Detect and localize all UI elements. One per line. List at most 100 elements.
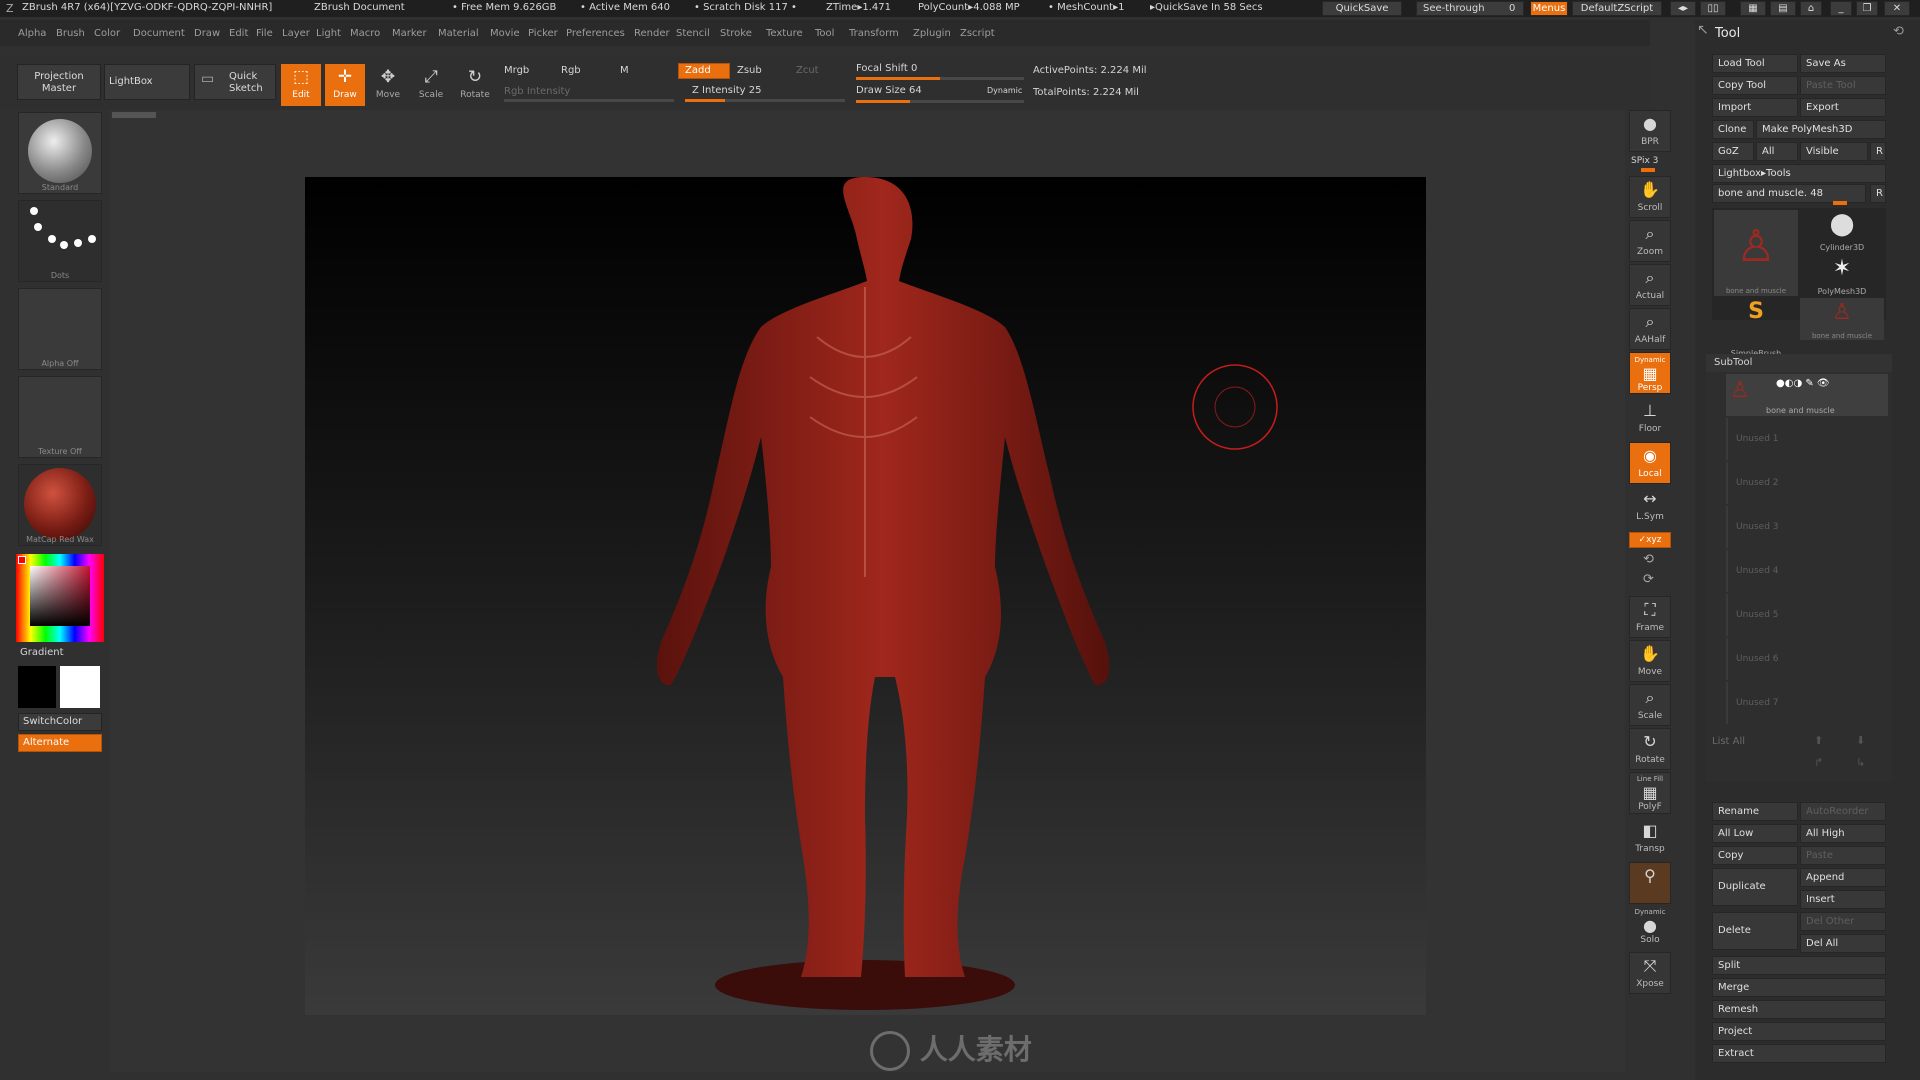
menu-texture[interactable]: Texture — [766, 28, 803, 39]
maximize-icon[interactable]: ❐ — [1856, 1, 1878, 16]
scroll-button[interactable]: ✋ Scroll — [1629, 176, 1671, 218]
paste-button[interactable]: Paste — [1800, 846, 1886, 865]
spix-slider[interactable]: SPix 3 — [1631, 156, 1658, 166]
split-button[interactable]: Split — [1712, 956, 1886, 975]
arrow-up-alt-icon[interactable]: ↱ — [1814, 756, 1823, 769]
menu-material[interactable]: Material — [438, 28, 479, 39]
menu-transform[interactable]: Transform — [849, 28, 899, 39]
menu-edit[interactable]: Edit — [229, 28, 248, 39]
menu-color[interactable]: Color — [94, 28, 120, 39]
arrow-down-icon[interactable]: ⬇ — [1856, 734, 1865, 747]
rgb-intensity-track[interactable] — [504, 99, 674, 102]
close-icon[interactable]: ✕ — [1884, 1, 1910, 16]
layout-icon[interactable]: ▦ — [1740, 1, 1766, 16]
tool-slot-polymesh[interactable]: ✶ PolyMesh3D — [1800, 254, 1884, 296]
all-low-button[interactable]: All Low — [1712, 824, 1798, 843]
goz-button[interactable]: GoZ — [1712, 142, 1754, 161]
menu-file[interactable]: File — [256, 28, 273, 39]
del-other-button[interactable]: Del Other — [1800, 912, 1886, 931]
goz-r-button[interactable]: R — [1870, 142, 1886, 161]
menu-zscript[interactable]: Zscript — [960, 28, 995, 39]
tool-slot-cylinder[interactable]: ⬤ Cylinder3D — [1800, 210, 1884, 252]
projection-master-button[interactable]: Projection Master — [17, 64, 101, 100]
draw-button[interactable]: ✛ Draw — [325, 64, 365, 106]
document-canvas[interactable] — [305, 177, 1426, 1015]
arrow-down-alt-icon[interactable]: ↳ — [1856, 756, 1865, 769]
defaultzscript-button[interactable]: DefaultZScript — [1572, 1, 1662, 16]
collapse-arrows-icon[interactable]: ◂▸ — [1670, 1, 1696, 16]
solo-button[interactable]: Dynamic ● Solo — [1629, 906, 1671, 948]
tray-toggle-icon[interactable]: ▯▯ — [1700, 1, 1726, 16]
rotate-z-icon[interactable]: ⟳ — [1643, 572, 1654, 587]
spix-knob[interactable] — [1641, 168, 1655, 172]
frame-button[interactable]: ⛶ Frame — [1629, 596, 1671, 638]
duplicate-button[interactable]: Duplicate — [1712, 868, 1798, 906]
m-button[interactable]: M — [620, 65, 629, 76]
zcut-button[interactable]: Zcut — [796, 65, 819, 76]
menu-light[interactable]: Light — [316, 28, 341, 39]
quick-sketch-button[interactable]: ▭ Quick Sketch — [194, 64, 276, 100]
menu-alpha[interactable]: Alpha — [18, 28, 46, 39]
scale-view-button[interactable]: ⌕ Scale — [1629, 684, 1671, 726]
local-button[interactable]: ◉ Local — [1629, 442, 1671, 484]
load-tool-button[interactable]: Load Tool — [1712, 54, 1798, 73]
scale-mode-button[interactable]: ⤢ Scale — [411, 64, 451, 106]
alternate-button[interactable]: Alternate — [18, 734, 102, 752]
menu-document[interactable]: Document — [133, 28, 185, 39]
color-square[interactable] — [30, 566, 90, 626]
make-polymesh-button[interactable]: Make PolyMesh3D — [1756, 120, 1886, 139]
subtool-visibility-icons[interactable]: ●◐◑ ✎ 👁 — [1776, 378, 1830, 389]
lightbox-tools-button[interactable]: Lightbox▸Tools — [1712, 164, 1886, 183]
subtool-slot-7[interactable]: Unused 7 — [1726, 682, 1888, 724]
tool-slot-bone-muscle[interactable]: ♙ bone and muscle — [1714, 210, 1798, 296]
rotate-mode-button[interactable]: ↻ Rotate — [455, 64, 495, 106]
lock-icon[interactable]: ⌂ — [1800, 1, 1822, 16]
mrgb-button[interactable]: Mrgb — [504, 65, 529, 76]
zoom-button[interactable]: ⌕ Zoom — [1629, 220, 1671, 262]
copy-button[interactable]: Copy — [1712, 846, 1798, 865]
menu-stroke[interactable]: Stroke — [720, 28, 752, 39]
insert-button[interactable]: Insert — [1800, 890, 1886, 909]
minimize-icon[interactable]: _ — [1830, 1, 1852, 16]
menu-preferences[interactable]: Preferences — [566, 28, 625, 39]
move-mode-button[interactable]: ✥ Move — [368, 64, 408, 106]
menu-layer[interactable]: Layer — [282, 28, 310, 39]
main-color-black[interactable] — [18, 666, 56, 708]
menu-marker[interactable]: Marker — [392, 28, 427, 39]
autoreorder-button[interactable]: AutoReorder — [1800, 802, 1886, 821]
quicksave-button[interactable]: QuickSave — [1322, 1, 1402, 16]
bpr-button[interactable]: ● BPR — [1629, 110, 1671, 152]
tray-refresh-icon[interactable]: ⟲ — [1893, 24, 1904, 39]
zadd-button[interactable]: Zadd — [678, 63, 730, 79]
tool-slot-bone-muscle-2[interactable]: ♙ bone and muscle — [1800, 298, 1884, 340]
texture-thumbnail[interactable]: Texture Off — [18, 376, 102, 458]
copy-tool-button[interactable]: Copy Tool — [1712, 76, 1798, 95]
project-button[interactable]: Project — [1712, 1022, 1886, 1041]
menu-movie[interactable]: Movie — [490, 28, 520, 39]
lightbox-button[interactable]: LightBox — [104, 64, 190, 100]
rename-button[interactable]: Rename — [1712, 802, 1798, 821]
rotate-view-button[interactable]: ↻ Rotate — [1629, 728, 1671, 770]
menu-macro[interactable]: Macro — [350, 28, 380, 39]
persp-button[interactable]: Dynamic ▦ Persp — [1629, 352, 1671, 394]
tray-pin-icon[interactable]: ↖ — [1697, 22, 1709, 38]
paste-tool-button[interactable]: Paste Tool — [1800, 76, 1886, 95]
subtool-slot-1[interactable]: Unused 1 — [1726, 418, 1888, 460]
current-tool-knob[interactable] — [1832, 201, 1847, 205]
menu-tool[interactable]: Tool — [815, 28, 834, 39]
rotate-y-icon[interactable]: ⟲ — [1643, 552, 1654, 567]
lsym-button[interactable]: ↔ L.Sym — [1629, 486, 1671, 528]
list-all-button[interactable]: List All — [1712, 736, 1745, 747]
menu-zplugin[interactable]: Zplugin — [913, 28, 951, 39]
import-button[interactable]: Import — [1712, 98, 1798, 117]
floor-button[interactable]: ⊥ Floor — [1629, 398, 1671, 440]
polyf-button[interactable]: Line Fill ▦ PolyF — [1629, 772, 1671, 814]
brush-thumbnail[interactable]: Standard — [18, 112, 102, 194]
save-as-button[interactable]: Save As — [1800, 54, 1886, 73]
edit-button[interactable]: ⬚ Edit — [281, 64, 321, 106]
merge-button[interactable]: Merge — [1712, 978, 1886, 997]
subtool-item-active[interactable]: ♙ ●◐◑ ✎ 👁 bone and muscle — [1726, 374, 1888, 416]
subtool-slot-5[interactable]: Unused 5 — [1726, 594, 1888, 636]
transp-button[interactable]: ◧ Transp — [1629, 818, 1671, 860]
extract-button[interactable]: Extract — [1712, 1044, 1886, 1063]
